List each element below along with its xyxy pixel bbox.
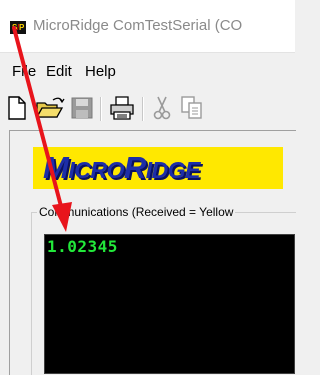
- save-icon[interactable]: [70, 95, 94, 121]
- toolbar-separator: [100, 97, 102, 121]
- menu-edit[interactable]: Edit: [46, 63, 72, 80]
- copy-icon[interactable]: [180, 95, 204, 121]
- communications-label: Communications (Received = Yellow: [37, 205, 236, 219]
- window-title: MicroRidge ComTestSerial (CO: [33, 17, 243, 34]
- menu-help[interactable]: Help: [85, 63, 116, 80]
- print-icon[interactable]: [108, 95, 136, 121]
- toolbar: [0, 91, 295, 129]
- toolbar-separator: [142, 97, 144, 121]
- cut-icon[interactable]: [150, 95, 174, 121]
- microridge-logo: MICRORIDGE: [33, 147, 283, 189]
- received-data-text: 1.02345: [47, 237, 118, 256]
- communications-terminal[interactable]: 1.02345: [44, 234, 295, 374]
- window-title-bar[interactable]: S/P MicroRidge ComTestSerial (CO: [0, 0, 295, 53]
- logo-text: MICRORIDGE: [43, 150, 200, 185]
- new-document-icon[interactable]: [6, 95, 30, 121]
- app-icon: S/P: [10, 21, 26, 34]
- open-folder-icon[interactable]: [35, 95, 65, 121]
- menu-file[interactable]: File: [12, 63, 36, 80]
- menu-bar: File Edit Help: [0, 53, 295, 91]
